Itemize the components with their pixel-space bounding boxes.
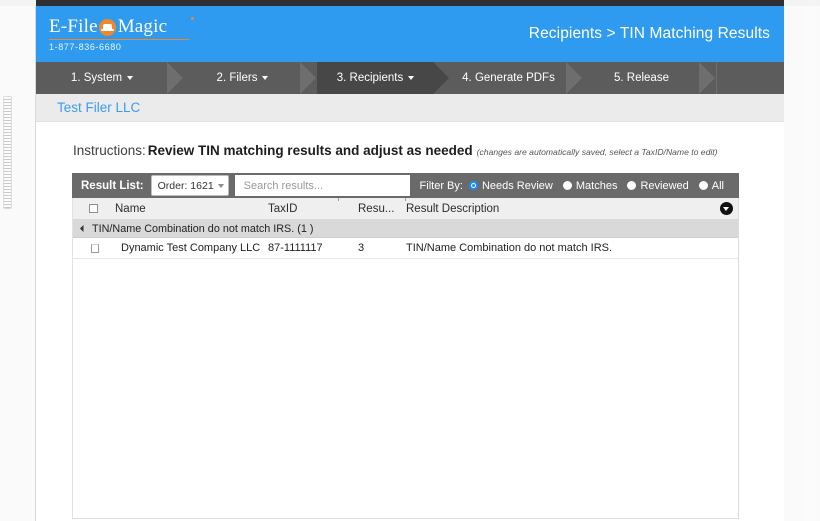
- column-header-taxid[interactable]: TaxID: [268, 203, 358, 215]
- wizard-step-filers-label: 2. Filers: [216, 72, 258, 84]
- group-header-row[interactable]: TIN/Name Combination do not match IRS. (…: [73, 220, 738, 238]
- wizard-step-filers[interactable]: 2. Filers: [184, 62, 317, 94]
- instructions-label: Instructions:: [73, 143, 146, 158]
- result-list-toolbar: Result List: Order: 1621 Search results.…: [72, 173, 739, 198]
- logo-text-part3: Magic: [117, 16, 168, 37]
- filter-option-reviewed[interactable]: Reviewed: [627, 179, 689, 192]
- screenshot-viewport: E- File Magic 1-877-836-6680 Recipients >…: [0, 0, 820, 521]
- filter-option-reviewed-label: Reviewed: [640, 179, 689, 192]
- grid-menu-icon[interactable]: [720, 202, 733, 215]
- logo-text-part2: File: [67, 16, 98, 37]
- filter-option-all[interactable]: All: [698, 179, 724, 192]
- logo-accent-dot-icon: [191, 17, 194, 20]
- wizard-step-system-label: 1. System: [70, 72, 123, 84]
- filter-option-all-label: All: [711, 179, 724, 192]
- left-edge-handle[interactable]: [3, 96, 12, 209]
- row-select-cell[interactable]: [73, 243, 113, 253]
- support-phone-number: 1-877-836-6680: [49, 42, 122, 52]
- filter-option-needs-review[interactable]: Needs Review: [468, 179, 553, 192]
- step-divider-5: [699, 62, 716, 94]
- chevron-down-icon: [262, 76, 269, 80]
- wizard-step-generate-pdfs-label: 4. Generate PDFs: [462, 72, 555, 84]
- step-divider-4: [566, 62, 583, 94]
- application-frame: E- File Magic 1-877-836-6680 Recipients >…: [36, 6, 784, 521]
- wizard-step-release-label: 5. Release: [614, 72, 669, 84]
- chevron-down-icon: [217, 183, 224, 188]
- grid-empty-area: [73, 259, 738, 518]
- chevron-down-icon: [127, 76, 134, 80]
- result-list-panel: Result List: Order: 1621 Search results.…: [72, 173, 739, 519]
- step-divider-1: [167, 62, 184, 94]
- logo-text-part1: E-: [49, 16, 68, 37]
- step-divider-3: [433, 62, 450, 94]
- cell-result: 3: [358, 242, 365, 254]
- cell-name[interactable]: Dynamic Test Company LLC: [113, 242, 268, 254]
- instructions-note: (changes are automatically saved, select…: [476, 147, 718, 157]
- row-checkbox[interactable]: [91, 243, 99, 253]
- logo-underline: [49, 39, 189, 40]
- wizard-nav-filler: [716, 62, 784, 94]
- column-separator: [338, 198, 339, 201]
- order-select[interactable]: Order: 1621: [150, 175, 229, 196]
- magician-hat-icon: [98, 18, 116, 36]
- radio-icon[interactable]: [698, 181, 708, 190]
- filer-bar: Test Filer LLC: [36, 94, 784, 122]
- wizard-nav: 1. System 2. Filers 3. Recipients 4. Gen…: [36, 62, 784, 94]
- column-header-description[interactable]: Result Description: [406, 203, 738, 215]
- instructions-text: Review TIN matching results and adjust a…: [147, 143, 473, 158]
- collapse-triangle-icon[interactable]: [79, 224, 88, 233]
- wizard-step-system[interactable]: 1. System: [36, 62, 184, 94]
- filter-option-needs-review-label: Needs Review: [481, 179, 553, 192]
- step-divider-2: [300, 62, 317, 94]
- column-header-name[interactable]: Name: [113, 203, 268, 215]
- column-header-result[interactable]: Resu...: [358, 203, 406, 215]
- cell-description: TIN/Name Combination do not match IRS.: [406, 242, 613, 254]
- search-input[interactable]: Search results...: [234, 175, 410, 196]
- cell-taxid[interactable]: 87-1111117: [268, 242, 358, 254]
- filter-option-matches-label: Matches: [575, 179, 618, 192]
- page-scrollbar-track[interactable]: [805, 6, 816, 521]
- wizard-step-recipients-label: 3. Recipients: [336, 72, 404, 84]
- radio-icon[interactable]: [627, 181, 637, 190]
- group-header-label: TIN/Name Combination do not match IRS. (…: [92, 222, 314, 235]
- chevron-down-icon: [408, 76, 415, 80]
- logo-wordmark: E- File Magic: [49, 16, 199, 38]
- filter-by-group: Filter By: Needs Review Matches Reviewed: [409, 173, 739, 198]
- filer-name-link[interactable]: Test Filer LLC: [57, 100, 140, 115]
- results-grid: Name TaxID Resu... Result Description TI…: [72, 198, 739, 519]
- filter-option-matches[interactable]: Matches: [562, 179, 618, 192]
- wizard-step-release[interactable]: 5. Release: [583, 62, 716, 94]
- result-list-label: Result List:: [81, 179, 144, 192]
- order-select-value: Order: 1621: [157, 179, 214, 192]
- breadcrumb: Recipients > TIN Matching Results: [528, 25, 770, 42]
- filter-by-label: Filter By:: [419, 179, 463, 192]
- radio-icon-selected[interactable]: [468, 181, 478, 190]
- app-header: E- File Magic 1-877-836-6680 Recipients >…: [36, 6, 784, 62]
- instructions-line: Instructions: Review TIN matching results…: [73, 142, 784, 160]
- select-all-cell[interactable]: [73, 204, 113, 213]
- page-left-gutter: [0, 6, 36, 521]
- table-row[interactable]: Dynamic Test Company LLC 87-1111117 3 TI…: [73, 238, 738, 259]
- wizard-step-generate-pdfs[interactable]: 4. Generate PDFs: [450, 62, 583, 94]
- brand-logo[interactable]: E- File Magic 1-877-836-6680: [49, 16, 199, 52]
- select-all-checkbox[interactable]: [88, 204, 98, 213]
- grid-header-row: Name TaxID Resu... Result Description: [73, 198, 738, 220]
- column-separator: [405, 198, 406, 201]
- radio-icon[interactable]: [562, 181, 572, 190]
- wizard-step-recipients[interactable]: 3. Recipients: [317, 62, 450, 94]
